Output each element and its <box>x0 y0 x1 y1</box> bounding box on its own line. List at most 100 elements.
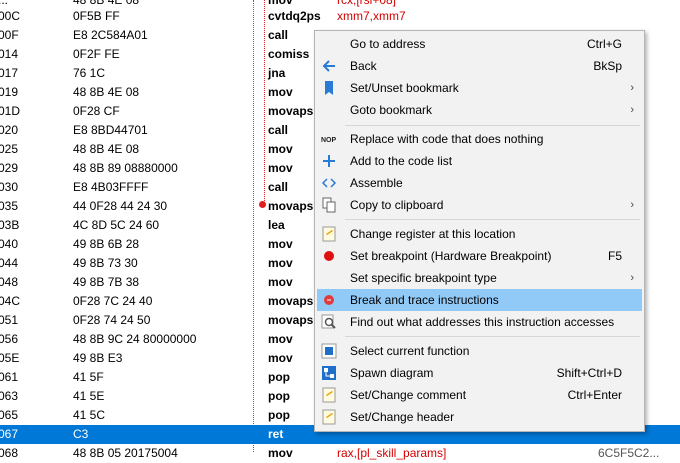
magnifier-icon <box>321 314 337 330</box>
disasm-bytes: 0F2F FE <box>73 47 120 61</box>
menu-item-label: Set specific breakpoint type <box>350 271 497 285</box>
disasm-row[interactable]: 068 48 8B 05 20175004 mov rax,[pl_skill_par… <box>0 444 680 463</box>
menu-item-label: Set/Change comment <box>350 388 467 402</box>
disasm-mn: mov <box>268 351 293 365</box>
code-brackets-icon <box>321 175 337 191</box>
menu-item-set-change-comment[interactable]: Set/Change comment Ctrl+Enter <box>317 384 642 406</box>
disasm-addr: 03B <box>0 218 20 232</box>
disasm-bytes: 41 5F <box>73 370 104 384</box>
disasm-bytes: 0F28 7C 24 40 <box>73 294 153 308</box>
disasm-bytes: C3 <box>73 427 89 441</box>
disasm-bytes: 41 5C <box>73 408 106 422</box>
disasm-addr: 029 <box>0 161 19 175</box>
menu-item-label: Select current function <box>350 344 470 358</box>
disasm-mn: mov <box>268 275 293 289</box>
chevron-right-icon: › <box>630 272 634 284</box>
menu-item-spawn-diagram[interactable]: Spawn diagram Shift+Ctrl+D <box>317 362 642 384</box>
notepad-icon <box>321 409 337 425</box>
menu-item-label: Break and trace instructions <box>350 293 499 307</box>
disasm-addr: 067 <box>0 427 19 441</box>
disasm-addr: 056 <box>0 332 19 346</box>
menu-separator <box>345 336 640 337</box>
back-arrow-icon <box>321 58 337 74</box>
none-icon <box>321 36 337 52</box>
disasm-addr: 030 <box>0 180 19 194</box>
disasm-bytes: 48 8B 05 20175004 <box>73 446 178 460</box>
menu-item-find-out-addresses[interactable]: Find out what addresses this instruction… <box>317 311 642 333</box>
chevron-right-icon: › <box>630 82 634 94</box>
menu-item-label: Add to the code list <box>350 154 453 168</box>
disasm-mn: mov <box>268 142 293 156</box>
bookmark-icon <box>321 80 337 96</box>
menu-item-set-change-header[interactable]: Set/Change header <box>317 406 642 428</box>
disasm-extra: 6C5F5C2... <box>598 446 660 460</box>
disasm-mn: mov <box>268 161 293 175</box>
red-dot-icon <box>321 248 337 264</box>
menu-item-set-breakpoint[interactable]: Set breakpoint (Hardware Breakpoint) F5 <box>317 245 642 267</box>
chevron-right-icon: › <box>630 104 634 116</box>
blue-square-icon <box>321 343 337 359</box>
disasm-addr: 068 <box>0 446 19 460</box>
disasm-addr: 01D <box>0 104 21 118</box>
nop-icon: NOP <box>321 131 337 147</box>
disasm-mn: pop <box>268 389 290 403</box>
disasm-mn: mov <box>268 256 293 270</box>
disasm-mn: call <box>268 28 289 42</box>
disasm-bytes: 4C 8D 5C 24 60 <box>73 218 160 232</box>
menu-item-label: Replace with code that does nothing <box>350 132 544 146</box>
menu-item-shortcut: Ctrl+G <box>586 37 622 51</box>
disasm-mn: ret <box>268 427 284 441</box>
menu-item-label: Go to address <box>350 37 426 51</box>
menu-item-back[interactable]: Back BkSp <box>317 55 642 77</box>
disasm-mn: movaps <box>268 313 314 327</box>
menu-item-replace-with-nop[interactable]: NOP Replace with code that does nothing <box>317 128 642 150</box>
disasm-bytes: 0F28 CF <box>73 104 120 118</box>
disasm-addr: 040 <box>0 237 19 251</box>
notepad-icon <box>321 226 337 242</box>
menu-separator <box>345 125 640 126</box>
disasm-addr: 051 <box>0 313 19 327</box>
disasm-mn: mov <box>268 332 293 346</box>
disasm-bytes: E8 8BD44701 <box>73 123 148 137</box>
menu-item-shortcut: F5 <box>607 249 622 263</box>
menu-item-set-unset-bookmark[interactable]: Set/Unset bookmark › <box>317 77 642 99</box>
diagram-icon <box>321 365 337 381</box>
context-menu[interactable]: Go to address Ctrl+G Back BkSp Set/Unset boo… <box>314 30 645 432</box>
menu-item-label: Back <box>350 59 377 73</box>
disasm-bytes: 48 8B 4E 08 <box>73 142 140 156</box>
disasm-row[interactable]: 00C 0F5B FF cvtdq2ps xmm7,xmm7 <box>0 7 680 26</box>
disasm-mn: movaps <box>268 104 314 118</box>
disasm-mn: call <box>268 180 289 194</box>
disasm-bytes: 44 0F28 44 24 30 <box>73 199 168 213</box>
menu-item-break-and-trace[interactable]: Break and trace instructions <box>317 289 642 311</box>
menu-item-label: Set breakpoint (Hardware Breakpoint) <box>350 249 552 263</box>
disasm-mn: movaps <box>268 294 314 308</box>
menu-item-change-register[interactable]: Change register at this location <box>317 223 642 245</box>
menu-item-goto-bookmark[interactable]: Goto bookmark › <box>317 99 642 121</box>
notepad-icon <box>321 387 337 403</box>
disasm-ops: xmm7,xmm7 <box>337 9 406 23</box>
disasm-addr: 044 <box>0 256 19 270</box>
disasm-mn: lea <box>268 218 285 232</box>
disasm-bytes: E8 4B03FFFF <box>73 180 149 194</box>
disasm-addr: 00C <box>0 9 21 23</box>
disasm-mn: call <box>268 123 289 137</box>
menu-item-shortcut: Shift+Ctrl+D <box>556 366 622 380</box>
disasm-bytes: 49 8B E3 <box>73 351 123 365</box>
disasm-addr: 035 <box>0 199 19 213</box>
menu-item-go-to-address[interactable]: Go to address Ctrl+G <box>317 33 642 55</box>
menu-item-add-to-code-list[interactable]: Add to the code list <box>317 150 642 172</box>
menu-item-copy-to-clipboard[interactable]: Copy to clipboard › <box>317 194 642 216</box>
menu-item-assemble[interactable]: Assemble <box>317 172 642 194</box>
none-icon <box>321 270 337 286</box>
disasm-ops: rax,[pl_skill_params] <box>337 446 447 460</box>
menu-item-set-specific-breakpoint[interactable]: Set specific breakpoint type › <box>317 267 642 289</box>
disasm-bytes: 49 8B 7B 38 <box>73 275 140 289</box>
breakpoint-marker-icon <box>259 201 266 208</box>
menu-item-label: Set/Unset bookmark <box>350 81 459 95</box>
menu-item-label: Assemble <box>350 176 403 190</box>
disasm-mn: mov <box>268 237 293 251</box>
none-icon <box>321 102 337 118</box>
menu-item-select-current-function[interactable]: Select current function <box>317 340 642 362</box>
disasm-addr: 065 <box>0 408 19 422</box>
